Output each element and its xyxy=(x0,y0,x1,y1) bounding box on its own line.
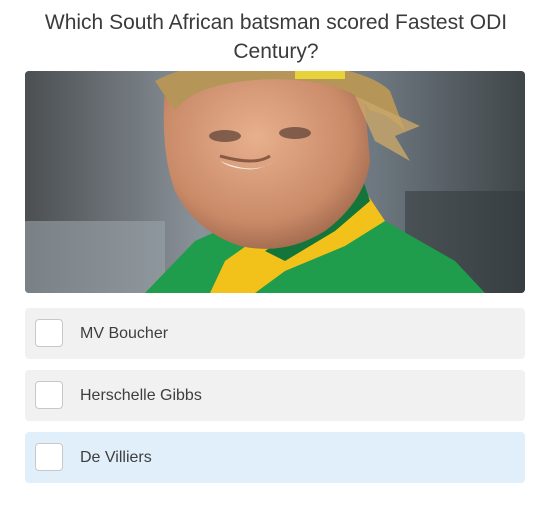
cricketer-photo xyxy=(25,71,525,293)
option-label: MV Boucher xyxy=(80,325,169,342)
option-mv-boucher[interactable]: MV Boucher xyxy=(25,308,525,359)
question-title: Which South African batsman scored Faste… xyxy=(44,11,508,63)
option-label: De Villiers xyxy=(80,449,152,466)
option-herschelle-gibbs[interactable]: Herschelle Gibbs xyxy=(25,370,525,421)
checkbox[interactable] xyxy=(35,381,63,409)
checkbox[interactable] xyxy=(35,319,63,347)
option-label: Herschelle Gibbs xyxy=(80,387,202,404)
cricketer-photo-illustration xyxy=(25,71,525,293)
option-de-villiers[interactable]: De Villiers xyxy=(25,432,525,483)
checkbox[interactable] xyxy=(35,443,63,471)
